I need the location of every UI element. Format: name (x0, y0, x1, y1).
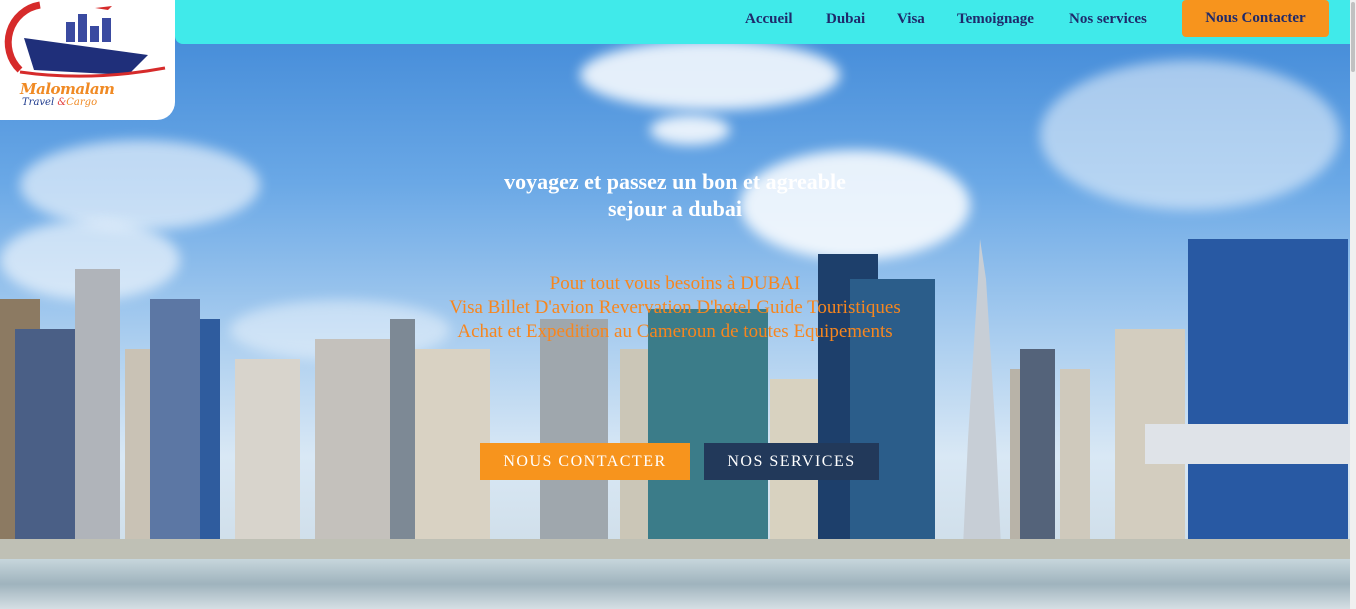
hero-headline-line2: sejour a dubai (607, 196, 743, 221)
water-reflection (0, 559, 1350, 609)
hero-sub-line3: Achat et Expedition au Cameroun de toute… (457, 321, 893, 342)
nav-contact-button[interactable]: Nous Contacter (1182, 0, 1329, 37)
logo-tagline-travel: Travel (22, 97, 55, 108)
nav-visa[interactable]: Visa (897, 11, 925, 28)
nav-nos-services[interactable]: Nos services (1069, 11, 1147, 28)
hero-sub-line1: Pour tout vous besoins à DUBAI (549, 273, 801, 294)
hero-headline: voyagez et passez un bon et agreable sej… (400, 168, 950, 222)
hero-subtext: Pour tout vous besoins à DUBAI Visa Bill… (350, 272, 1000, 344)
logo-tagline-cargo: Cargo (66, 97, 98, 108)
hero-contact-button[interactable]: NOUS CONTACTER (480, 443, 690, 480)
ship-logo-icon (4, 1, 166, 78)
navbar: Accueil Dubai Visa Temoignage Nos servic… (175, 0, 1350, 44)
logo-tagline: Travel &Cargo (22, 97, 97, 108)
nav-accueil[interactable]: Accueil (745, 11, 792, 28)
logo[interactable]: Malomalam Travel &Cargo (0, 0, 175, 120)
hero-services-button[interactable]: NOS SERVICES (704, 443, 879, 480)
scrollbar[interactable] (1350, 0, 1356, 609)
scrollbar-thumb[interactable] (1351, 2, 1355, 72)
hero-sub-line2: Visa Billet D'avion Revervation D'hotel … (449, 297, 901, 318)
logo-tagline-amp: & (57, 97, 67, 108)
logo-name: Malomalam (20, 80, 115, 98)
nav-dubai[interactable]: Dubai (826, 11, 865, 28)
hero-headline-line1: voyagez et passez un bon et agreable (504, 169, 846, 194)
nav-temoignage[interactable]: Temoignage (957, 11, 1034, 28)
